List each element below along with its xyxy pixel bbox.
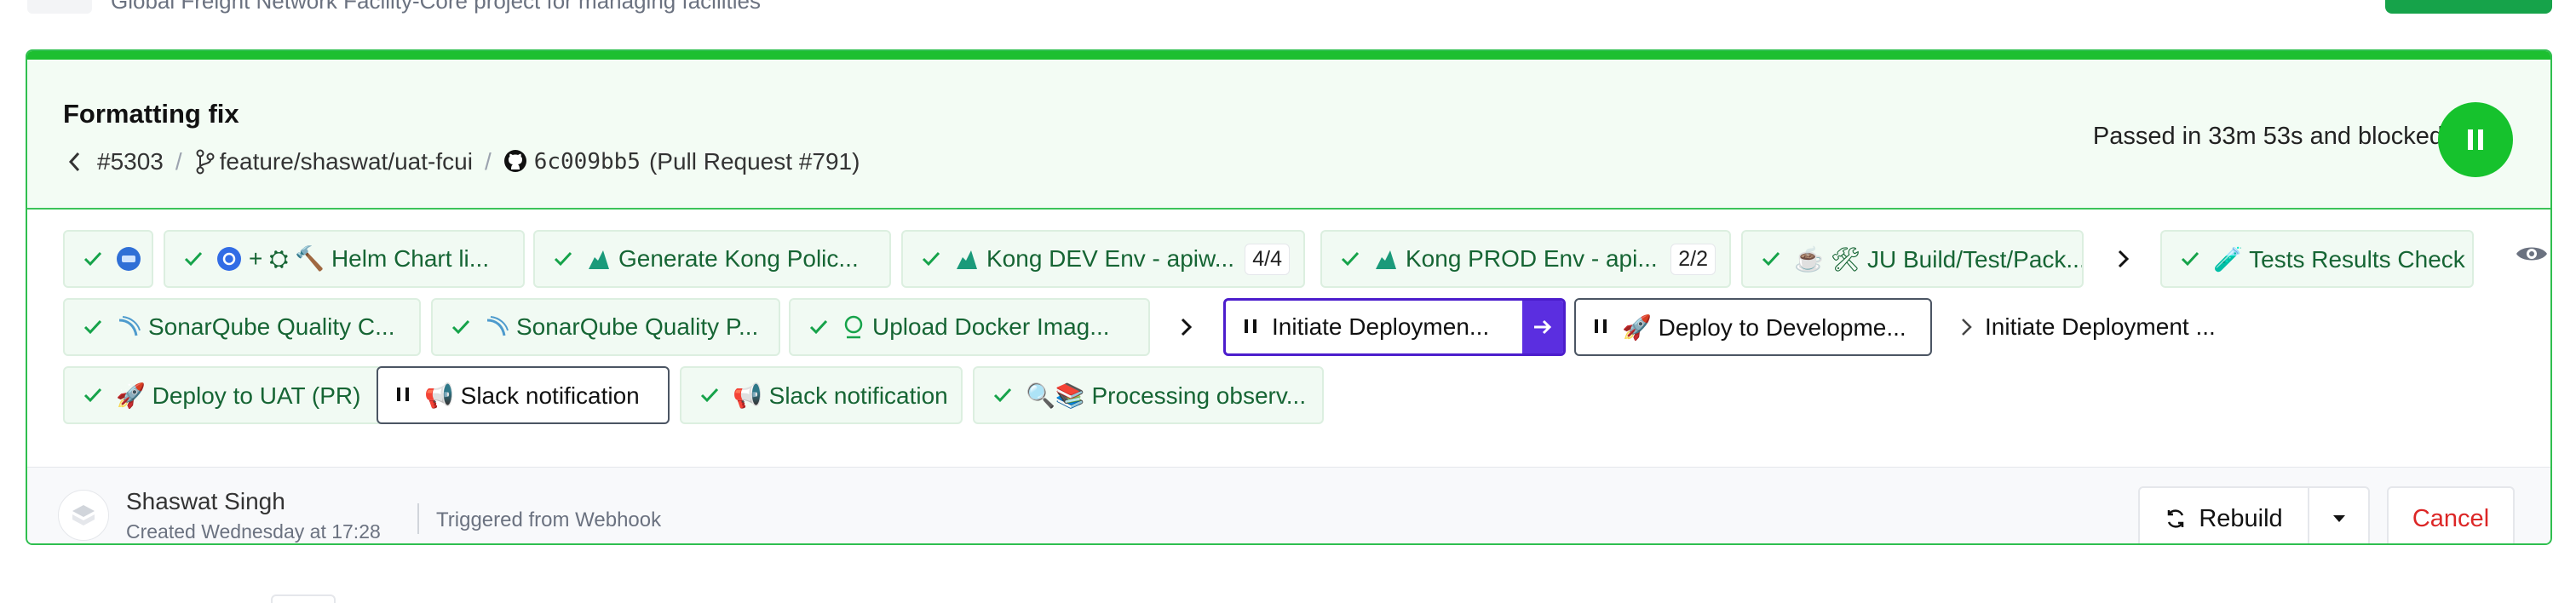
job-label: 🔍📚 Processing observ... [1026, 382, 1307, 409]
job-label: 🚀 Deploy to UAT (PR) [116, 382, 361, 409]
project-header-strip: Global Freight Network Facility-Core pro… [0, 0, 2576, 34]
pause-icon [397, 388, 409, 403]
build-status-text: Passed in 33m 53s and blocked [2092, 123, 2443, 150]
build-meta: #5303 / feature/shaswat/uat-fcui / 6c009… [63, 145, 860, 179]
build-title[interactable]: Formatting fix [63, 99, 239, 129]
project-description: Global Freight Network Facility-Core pro… [111, 0, 761, 14]
check-icon [1341, 251, 1360, 267]
job-label: SonarQube Quality P... [516, 313, 759, 340]
job-initiate-deployment-pending[interactable]: Initiate Deployment ... [1961, 298, 2216, 356]
job-count-badge: 2/2 [1670, 243, 1716, 275]
job-initiate-deployment-active[interactable]: Initiate Deploymen... [1223, 298, 1566, 356]
upload-icon [842, 314, 865, 340]
job-label: 🚀 Deploy to Developme... [1622, 313, 1906, 341]
chevron-right-icon [1174, 314, 1199, 340]
job-label: 🧪 Tests Results Check [2213, 245, 2465, 273]
new-build-button[interactable] [2385, 0, 2552, 14]
created-time: Created Wednesday at 17:28 [126, 520, 381, 543]
job-sonarqube-quality-check[interactable]: SonarQube Quality C... [63, 298, 421, 356]
job-label: Upload Docker Imag... [872, 313, 1110, 340]
check-icon [809, 319, 828, 335]
rebuild-options-button[interactable] [2309, 486, 2370, 543]
build-footer: Shaswat Singh Created Wednesday at 17:28… [27, 467, 2550, 543]
job-sonarqube-quality-p[interactable]: SonarQube Quality P... [431, 298, 780, 356]
check-icon [922, 251, 940, 267]
kong-icon [586, 247, 612, 271]
chevron-left-icon[interactable] [63, 148, 85, 175]
user-name: Shaswat Singh [126, 488, 285, 514]
check-icon [993, 388, 1012, 403]
build-status-pause-icon [2438, 102, 2513, 177]
check-icon [83, 251, 102, 267]
kong-icon [1373, 247, 1399, 271]
build-header: Formatting fix #5303 / feature/shaswat/u… [27, 60, 2550, 210]
chevron-right-icon [2111, 246, 2136, 272]
check-icon [83, 319, 102, 335]
sonarqube-icon [484, 315, 509, 339]
job-label: ☕ 🛠 JU Build/Test/Pack... [1794, 245, 2084, 273]
kubernetes-icon [216, 246, 242, 272]
check-icon [2181, 251, 2199, 267]
kong-icon [954, 247, 980, 271]
job-docker[interactable] [63, 230, 153, 288]
project-avatar [27, 0, 92, 14]
job-slack-notification-blocked[interactable]: 📢 Slack notification [377, 366, 670, 424]
job-label: + ⛭ 🔨 Helm Chart li... [249, 245, 490, 272]
git-branch-icon [194, 149, 216, 175]
job-pipeline: + ⛭ 🔨 Helm Chart li... Generate Kong Pol… [27, 210, 2550, 491]
job-deploy-to-uat[interactable]: 🚀 Deploy to UAT (PR) [63, 366, 390, 424]
build-number[interactable]: #5303 [97, 148, 164, 175]
refresh-icon [2168, 509, 2184, 528]
job-count-badge: 4/4 [1245, 243, 1290, 275]
chevron-down-icon [2332, 515, 2345, 522]
eye-icon[interactable] [2515, 241, 2549, 267]
job-label: SonarQube Quality C... [148, 313, 395, 340]
job-label: Kong DEV Env - apiw... [986, 245, 1235, 272]
check-icon [184, 251, 203, 267]
job-build-test-package[interactable]: ☕ 🛠 JU Build/Test/Pack... [1741, 230, 2084, 288]
arrow-right-icon[interactable] [1522, 301, 1563, 353]
job-helm-chart[interactable]: + ⛭ 🔨 Helm Chart li... [164, 230, 525, 288]
github-icon [503, 149, 529, 175]
job-kong-prod-env[interactable]: Kong PROD Env - api... 2/2 [1320, 230, 1731, 288]
meta-separator: / [484, 148, 492, 175]
check-icon [1762, 251, 1780, 267]
job-kong-dev-env[interactable]: Kong DEV Env - apiw... 4/4 [901, 230, 1305, 288]
check-icon [554, 251, 572, 267]
check-icon [700, 388, 719, 403]
branch-name[interactable]: feature/shaswat/uat-fcui [220, 148, 473, 175]
pause-icon [1595, 319, 1607, 335]
chevron-right-icon [1962, 319, 1972, 336]
rebuild-label: Rebuild [2199, 504, 2283, 532]
cancel-button[interactable]: Cancel [2387, 486, 2515, 543]
build-card: Formatting fix #5303 / feature/shaswat/u… [26, 49, 2552, 545]
job-processing-observ[interactable]: 🔍📚 Processing observ... [973, 366, 1324, 424]
rebuild-button[interactable]: Rebuild [2138, 486, 2309, 543]
check-icon [451, 319, 470, 335]
job-label: Generate Kong Polic... [618, 245, 859, 272]
meta-separator: / [175, 148, 182, 175]
sonarqube-icon [116, 315, 141, 339]
job-label: 📢 Slack notification [424, 382, 640, 409]
job-label: Initiate Deploymen... [1272, 313, 1490, 340]
divider [417, 503, 419, 534]
job-deploy-to-development[interactable]: 🚀 Deploy to Developme... [1574, 298, 1932, 356]
job-label: 📢 Slack notification [733, 382, 948, 409]
pull-request-link[interactable]: (Pull Request #791) [649, 148, 860, 175]
job-label: Kong PROD Env - api... [1406, 245, 1658, 272]
status-bar [27, 51, 2550, 60]
job-upload-docker-image[interactable]: Upload Docker Imag... [789, 298, 1150, 356]
job-generate-kong-policy[interactable]: Generate Kong Polic... [533, 230, 891, 288]
next-card-avatar [271, 594, 336, 603]
job-tests-results-check[interactable]: 🧪 Tests Results Check [2160, 230, 2474, 288]
avatar [58, 490, 109, 541]
docker-icon [116, 246, 141, 272]
commit-sha[interactable]: 6c009bb5 [534, 149, 641, 175]
job-slack-notification[interactable]: 📢 Slack notification [680, 366, 963, 424]
pause-icon [1245, 319, 1256, 335]
check-icon [83, 388, 102, 403]
trigger-source: Triggered from Webhook [436, 508, 662, 531]
job-label: Initiate Deployment ... [1985, 313, 2216, 340]
